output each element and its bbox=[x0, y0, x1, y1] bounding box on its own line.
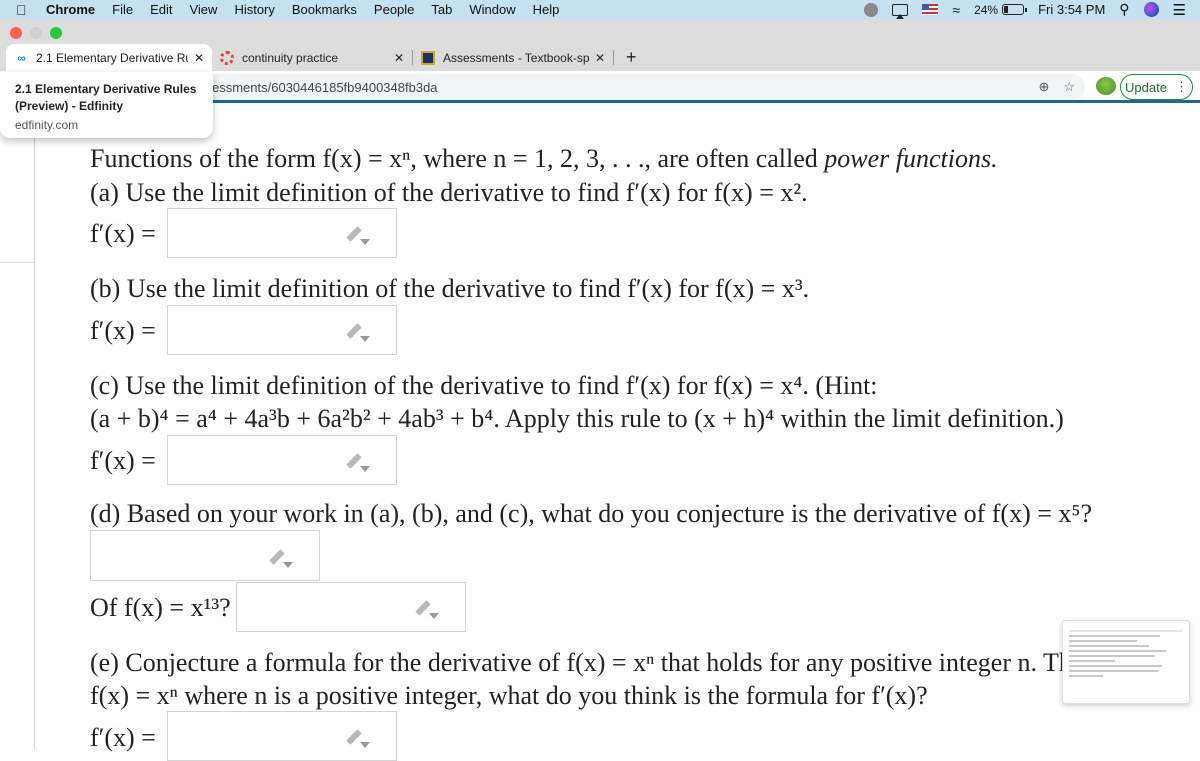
url-text: essments/6030446185fb9400348fb3da bbox=[212, 79, 438, 95]
menu-view[interactable]: View bbox=[189, 2, 217, 17]
window-controls bbox=[10, 27, 62, 39]
clock[interactable]: Fri 3:54 PM bbox=[1038, 2, 1105, 17]
spotlight-search-icon[interactable]: ⚲ bbox=[1119, 1, 1129, 18]
pencil-icon[interactable] bbox=[344, 225, 370, 245]
pencil-icon[interactable] bbox=[344, 322, 370, 342]
part-c-hint: (a + b)⁴ = a⁴ + 4a³b + 6a²b² + 4ab³ + b⁴… bbox=[90, 404, 1064, 433]
siri-icon[interactable] bbox=[1143, 2, 1159, 17]
new-tab-button[interactable]: + bbox=[614, 44, 649, 71]
part-d-text: (d) Based on your work in (a), (b), and … bbox=[90, 499, 1093, 528]
minimize-window-button[interactable] bbox=[30, 27, 42, 39]
menu-people[interactable]: People bbox=[374, 2, 414, 17]
menu-bookmarks[interactable]: Bookmarks bbox=[292, 2, 357, 17]
close-tab-icon[interactable]: ✕ bbox=[595, 51, 605, 65]
tab-title: Assessments - Textbook-speci bbox=[443, 50, 589, 65]
tab-hover-card: 2.1 Elementary Derivative Rules (Preview… bbox=[0, 72, 213, 138]
close-tab-icon[interactable]: ✕ bbox=[394, 51, 404, 65]
page-content: Functions of the form f(x) = xⁿ, where n… bbox=[0, 106, 1200, 761]
menu-file[interactable]: File bbox=[112, 2, 133, 17]
answer-e-label: f′(x) = bbox=[90, 723, 156, 752]
part-e-text-2: f(x) = xⁿ where n is a positive integer,… bbox=[90, 681, 928, 710]
zoom-icon[interactable]: ⊕ bbox=[1038, 79, 1049, 95]
pencil-icon[interactable] bbox=[267, 548, 293, 568]
screenshot-thumbnail[interactable] bbox=[1062, 620, 1190, 704]
bookmark-star-icon[interactable]: ☆ bbox=[1063, 79, 1075, 95]
us-flag-input-icon[interactable] bbox=[922, 4, 939, 15]
wifi-icon[interactable]: ≈ bbox=[952, 2, 960, 18]
edfinity-icon: ∞ bbox=[17, 50, 26, 65]
answer-b-input[interactable] bbox=[167, 305, 397, 355]
continuity-icon bbox=[220, 50, 234, 65]
browser-titlebar: ∞ 2.1 Elementary Derivative Rules ✕ cont… bbox=[0, 19, 1200, 71]
apple-icon[interactable]:  bbox=[16, 2, 30, 18]
left-rule bbox=[0, 262, 34, 263]
answer-c-label: f′(x) = bbox=[90, 446, 156, 475]
pencil-icon[interactable] bbox=[413, 599, 439, 619]
pencil-icon[interactable] bbox=[344, 728, 370, 748]
power-functions-emphasis: power functions. bbox=[824, 144, 998, 173]
airplay-icon[interactable] bbox=[892, 3, 909, 19]
close-window-button[interactable] bbox=[10, 27, 22, 39]
assessments-icon bbox=[421, 50, 435, 65]
notification-center-icon[interactable]: ☰ bbox=[1173, 1, 1186, 19]
battery-icon bbox=[1002, 4, 1028, 15]
pencil-icon[interactable] bbox=[344, 452, 370, 472]
answer-d-input[interactable] bbox=[90, 530, 320, 581]
hover-card-domain: edfinity.com bbox=[15, 118, 79, 132]
answer-c-input[interactable] bbox=[167, 435, 397, 485]
tab-assessments[interactable]: Assessments - Textbook-speci ✕ bbox=[413, 44, 613, 71]
menu-edit[interactable]: Edit bbox=[150, 2, 172, 17]
answer-b-label: f′(x) = bbox=[90, 316, 156, 345]
tab-elementary-derivative-rules[interactable]: ∞ 2.1 Elementary Derivative Rules ✕ bbox=[6, 44, 212, 71]
part-d13-text: Of f(x) = x¹³? bbox=[90, 593, 231, 622]
part-a-text: (a) Use the limit definition of the deri… bbox=[90, 178, 808, 207]
macos-menubar:  Chrome File Edit View History Bookmark… bbox=[0, 0, 1200, 19]
answer-a-input[interactable] bbox=[167, 208, 397, 258]
part-b-text: (b) Use the limit definition of the deri… bbox=[90, 274, 810, 303]
battery-fill bbox=[1004, 6, 1009, 13]
more-menu-icon: ⋮ bbox=[1174, 79, 1188, 94]
address-bar[interactable]: essments/6030446185fb9400348fb3da ⊕ ☆ bbox=[150, 74, 1085, 100]
menu-help[interactable]: Help bbox=[533, 2, 560, 17]
battery-status[interactable]: 24% bbox=[974, 2, 1028, 17]
battery-percent: 24% bbox=[974, 2, 999, 17]
tab-continuity-practice[interactable]: continuity practice ✕ bbox=[212, 44, 412, 71]
zoom-window-button[interactable] bbox=[50, 27, 62, 39]
answer-d13-input[interactable] bbox=[236, 582, 466, 632]
part-c-text: (c) Use the limit definition of the deri… bbox=[90, 371, 878, 400]
problem-intro: Functions of the form f(x) = xⁿ, where n… bbox=[90, 144, 998, 173]
left-divider bbox=[34, 136, 35, 750]
hover-card-title: 2.1 Elementary Derivative Rules (Preview… bbox=[15, 82, 197, 113]
tab-title: 2.1 Elementary Derivative Rules bbox=[36, 50, 188, 65]
update-label: Update bbox=[1125, 79, 1167, 95]
menu-history[interactable]: History bbox=[234, 2, 274, 17]
answer-e-input[interactable] bbox=[167, 711, 397, 761]
tab-title: continuity practice bbox=[242, 50, 339, 65]
update-button[interactable]: Update ⋮ bbox=[1120, 74, 1193, 100]
menu-tab[interactable]: Tab bbox=[431, 2, 452, 17]
close-tab-icon[interactable]: ✕ bbox=[194, 51, 204, 65]
menu-chrome[interactable]: Chrome bbox=[46, 2, 95, 17]
frog-extension-icon[interactable] bbox=[1096, 77, 1116, 95]
globe-icon[interactable] bbox=[864, 2, 879, 17]
tab-strip: ∞ 2.1 Elementary Derivative Rules ✕ cont… bbox=[0, 44, 649, 71]
part-e-text: (e) Conjecture a formula for the derivat… bbox=[90, 648, 1161, 677]
answer-a-label: f′(x) = bbox=[90, 219, 156, 248]
menu-window[interactable]: Window bbox=[469, 2, 515, 17]
